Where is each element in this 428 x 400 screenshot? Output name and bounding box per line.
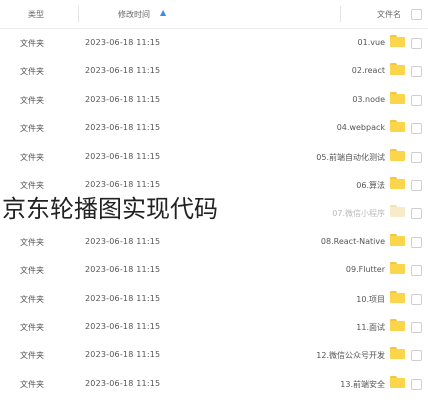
item-checkbox[interactable] [411,265,422,277]
item-type: 文件夹 [20,39,44,48]
list-header: 类型 修改时间 ▲ 文件名 [0,0,428,29]
item-type: 文件夹 [20,152,44,162]
column-header-type[interactable]: 类型 [28,9,44,20]
item-filename[interactable]: 07.微信小程序 [332,208,385,219]
column-divider[interactable] [78,6,79,22]
item-type: 文件夹 [20,266,44,276]
item-filename[interactable]: 11.面试 [356,322,385,333]
item-modified-time: 2023-06-18 11:15 [85,378,161,388]
item-checkbox[interactable] [411,293,422,305]
folder-icon [390,233,405,246]
item-checkbox[interactable] [411,321,422,333]
item-modified-time: 2023-06-18 11:15 [85,350,161,360]
item-checkbox[interactable] [411,151,422,163]
item-checkbox[interactable] [411,94,422,106]
folder-icon [390,205,405,218]
item-checkbox[interactable] [411,38,422,49]
list-item[interactable]: 文件夹 2023-06-18 11:15 01.vue [0,29,428,57]
folder-icon [390,290,405,303]
item-modified-time: 2023-06-18 11:15 [85,123,161,133]
item-modified-time: 2023-06-18 11:15 [85,179,161,189]
sort-arrow-icon[interactable]: ▲ [160,8,166,17]
item-checkbox[interactable] [411,123,422,135]
item-modified-time: 2023-06-18 11:15 [85,236,161,246]
folder-icon [390,91,405,104]
item-checkbox[interactable] [411,236,422,248]
folder-icon [390,176,405,189]
item-filename[interactable]: 04.webpack [337,123,385,132]
item-modified-time: 2023-06-18 11:15 [85,38,161,47]
list-item[interactable]: 文件夹 2023-06-18 11:15 11.面试 [0,313,428,341]
item-filename[interactable]: 13.前端安全 [340,379,385,390]
item-checkbox[interactable] [411,179,422,191]
item-filename[interactable]: 03.node [352,95,385,104]
column-divider[interactable] [340,6,341,22]
item-type: 文件夹 [20,237,44,247]
folder-icon [390,148,405,161]
item-filename[interactable]: 05.前端自动化测试 [316,152,385,163]
item-checkbox[interactable] [411,208,422,220]
folder-icon [390,347,405,360]
item-checkbox[interactable] [411,350,422,362]
item-type: 文件夹 [20,322,44,332]
column-header-modified-time[interactable]: 修改时间 [118,9,150,20]
column-header-filename[interactable]: 文件名 [377,9,401,20]
list-item[interactable]: 文件夹 2023-06-18 11:15 09.Flutter [0,256,428,284]
list-item[interactable]: 文件夹 2023-06-18 11:15 13.前端安全 [0,370,428,398]
item-type: 文件夹 [20,294,44,304]
item-modified-time: 2023-06-18 11:15 [85,293,161,303]
item-checkbox[interactable] [411,378,422,390]
folder-icon [390,262,405,275]
list-item[interactable]: 文件夹 2023-06-18 11:15 12.微信公众号开发 [0,341,428,369]
overlay-title: 京东轮播图实现代码 [0,192,224,226]
item-type: 文件夹 [20,379,44,389]
list-item[interactable]: 文件夹 2023-06-18 11:15 02.react [0,57,428,85]
list-item[interactable]: 文件夹 2023-06-18 11:15 08.React-Native [0,228,428,256]
list-item[interactable]: 文件夹 2023-06-18 11:15 10.项目 [0,285,428,313]
item-filename[interactable]: 08.React-Native [321,237,385,246]
list-item[interactable]: 文件夹 2023-06-18 11:15 05.前端自动化测试 [0,143,428,171]
item-modified-time: 2023-06-18 11:15 [85,151,161,161]
folder-icon [390,35,405,47]
folder-icon [390,375,405,388]
item-type: 文件夹 [20,351,44,361]
item-type: 文件夹 [20,180,44,190]
item-filename[interactable]: 12.微信公众号开发 [316,350,385,361]
folder-icon [390,63,405,76]
item-modified-time: 2023-06-18 11:15 [85,94,161,104]
list-item[interactable]: 文件夹 2023-06-18 11:15 04.webpack [0,114,428,142]
item-filename[interactable]: 06.算法 [356,180,385,191]
item-filename[interactable]: 09.Flutter [346,265,385,274]
item-modified-time: 2023-06-18 11:15 [85,321,161,331]
folder-icon [390,120,405,133]
item-filename[interactable]: 02.react [352,66,385,75]
list-item[interactable]: 文件夹 2023-06-18 11:15 03.node [0,86,428,114]
item-checkbox[interactable] [411,66,422,78]
item-modified-time: 2023-06-18 11:15 [85,66,161,76]
item-modified-time: 2023-06-18 11:15 [85,265,161,275]
select-all-checkbox[interactable] [411,9,422,20]
item-type: 文件夹 [20,95,44,105]
folder-icon [390,318,405,331]
item-type: 文件夹 [20,124,44,134]
item-filename[interactable]: 01.vue [358,38,385,47]
item-type: 文件夹 [20,67,44,77]
item-filename[interactable]: 10.项目 [356,294,385,305]
